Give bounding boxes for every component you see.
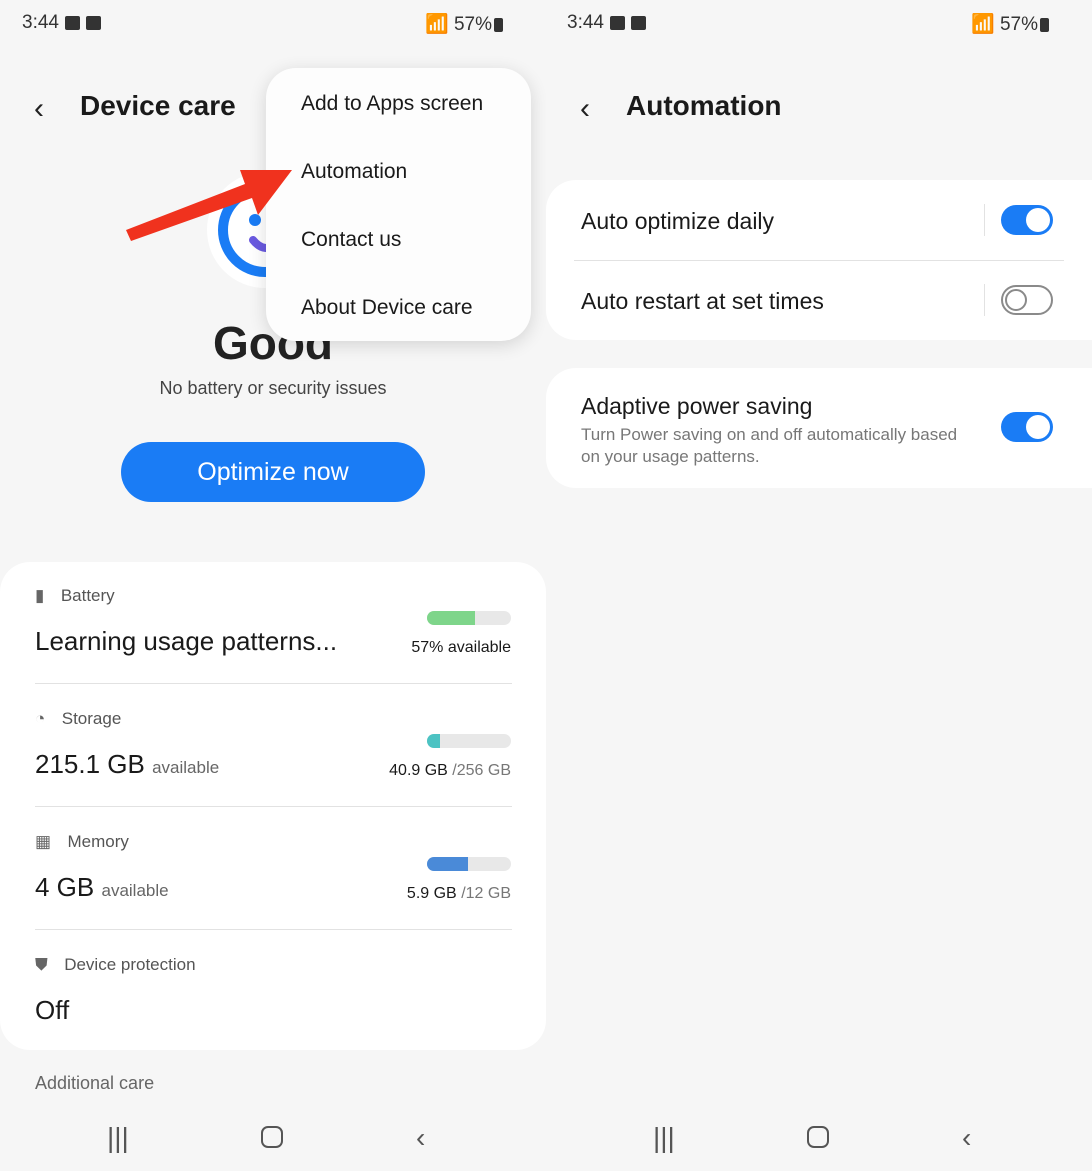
home-button[interactable] <box>261 1126 283 1148</box>
page-title: Automation <box>626 90 782 121</box>
nav-back-button[interactable]: ‹ <box>962 1122 971 1154</box>
item-label: Memory <box>67 832 129 851</box>
usage-used: 5.9 GB <box>406 885 457 902</box>
usage-bar-fill <box>427 734 441 748</box>
item-value: 4 GB available <box>35 872 169 903</box>
item-value: Learning usage patterns... <box>35 626 337 657</box>
divider <box>35 806 512 807</box>
item-value: 215.1 GB available <box>35 749 219 780</box>
annotation-arrow-icon <box>126 170 292 241</box>
item-value-text: 215.1 GB <box>35 749 145 779</box>
wifi-icon: 📶 <box>971 14 995 35</box>
status-bar-left: 3:44 <box>567 12 646 34</box>
item-value: Off <box>35 995 69 1026</box>
usage-total: /256 GB <box>452 762 511 779</box>
usage-total: /12 GB <box>461 885 511 902</box>
additional-care-heading: Additional care <box>35 1073 155 1093</box>
setting-description: Turn Power saving on and off automatical… <box>581 425 958 466</box>
usage-detail: 5.9 GB /12 GB <box>407 885 511 903</box>
recents-button[interactable]: ||| <box>107 1122 129 1154</box>
setting-label: Auto optimize daily <box>581 208 775 234</box>
usage-used: 40.9 GB <box>389 762 448 779</box>
gallery-icon <box>609 15 625 30</box>
optimize-now-button[interactable]: Optimize now <box>121 442 425 502</box>
automation-card: Auto optimize daily Auto restart at set … <box>546 180 1092 340</box>
setting-label: Auto restart at set times <box>581 288 824 314</box>
battery-icon: ▮ <box>35 586 45 605</box>
voicemail-icon <box>630 15 646 30</box>
care-item-1[interactable]: ◔ Storage <box>35 709 121 729</box>
care-item-2[interactable]: ▦ Memory <box>35 832 129 852</box>
status-bar-right: 📶 57% <box>971 12 1049 36</box>
usage-detail: 57% available <box>411 639 511 657</box>
storage-pie-icon: ◔ <box>35 709 46 728</box>
clock: 3:44 <box>567 12 604 33</box>
recents-button[interactable]: ||| <box>653 1122 675 1154</box>
usage-detail: 40.9 GB /256 GB <box>389 762 511 780</box>
battery-percent: 57% <box>999 14 1038 35</box>
usage-bar-fill <box>427 857 469 871</box>
item-value-text: Learning usage patterns... <box>35 626 338 656</box>
back-button[interactable]: ‹ <box>580 92 590 126</box>
setting-label: Adaptive power saving <box>581 393 813 419</box>
usage-bar <box>427 857 511 871</box>
usage-bar-fill <box>427 611 475 625</box>
item-label: Battery <box>60 586 115 605</box>
adaptive-power-card[interactable]: Adaptive power saving Turn Power saving … <box>546 368 1092 488</box>
care-item-3[interactable]: ⛊ Device protection <box>35 955 196 975</box>
item-value-text: Off <box>35 995 70 1025</box>
auto-restart-toggle[interactable] <box>1001 285 1053 315</box>
care-item-0[interactable]: ▮ Battery <box>35 586 115 606</box>
item-label: Storage <box>61 709 122 728</box>
usage-used: 57% available <box>411 639 511 656</box>
usage-bar <box>427 611 511 625</box>
home-button[interactable] <box>807 1126 829 1148</box>
item-label: Device protection <box>64 955 196 974</box>
usage-bar <box>427 734 511 748</box>
memory-chip-icon: ▦ <box>35 832 52 851</box>
shield-icon: ⛊ <box>35 955 48 974</box>
item-value-text: 4 GB <box>35 872 95 902</box>
adaptive-power-toggle[interactable] <box>1001 412 1053 442</box>
divider <box>35 929 512 930</box>
item-unit: available <box>101 881 169 900</box>
device-care-screen: 3:44 📶 57% ‹ Device care Good No battery… <box>0 0 546 1171</box>
device-care-card: ▮ Battery Learning usage patterns... 57%… <box>0 562 546 1050</box>
automation-screen: 3:44 📶 57% ‹ Automation Auto optimize da… <box>546 0 1092 1171</box>
item-unit: available <box>152 758 220 777</box>
status-subtitle: No battery or security issues <box>159 378 387 398</box>
divider <box>35 683 512 684</box>
battery-status-icon <box>1039 17 1049 32</box>
auto-optimize-toggle[interactable] <box>1001 205 1053 235</box>
nav-back-button[interactable]: ‹ <box>416 1122 425 1154</box>
